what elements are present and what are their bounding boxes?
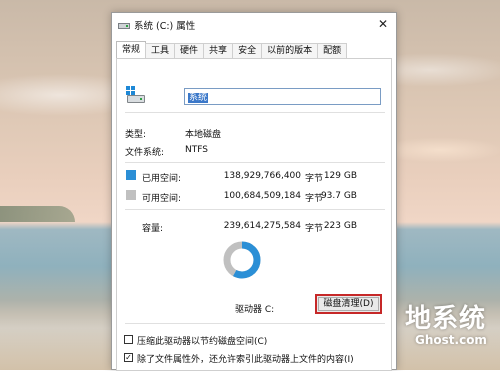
tab-quota[interactable]: 配额 [317,43,348,58]
tab-strip: 常规 工具 硬件 共享 安全 以前的版本 配额 [116,41,348,59]
tab-sharing[interactable]: 共享 [203,43,234,58]
index-checkbox[interactable]: ✓ [124,353,133,362]
divider [125,112,385,113]
usage-donut-chart [223,241,261,279]
used-space-size: 129 GB [323,171,357,181]
used-space-label: 已用空间: [142,174,182,184]
index-label: 除了文件属性外，还允许索引此驱动器上文件的内容(I) [137,355,354,365]
compress-checkbox[interactable] [124,335,133,344]
drive-name-value: 系统 [188,93,209,103]
tab-general[interactable]: 常规 [116,41,147,58]
free-space-size: 93.7 GB [320,191,357,201]
title-bar[interactable]: 系统 (C:) 属性 ✕ [112,13,396,37]
background-island [0,206,75,222]
properties-dialog: 系统 (C:) 属性 ✕ 常规 工具 硬件 共享 安全 以前的版本 配额 系统 … [111,12,397,371]
disk-cleanup-label: 磁盘清理(D) [323,299,374,309]
filesystem-label: 文件系统: [125,148,165,158]
disk-cleanup-button[interactable]: 磁盘清理(D) [315,294,382,314]
window-title: 系统 (C:) 属性 [134,21,196,32]
site-watermark: 地系统 Ghost.com [405,305,487,347]
general-panel: 系统 类型: 本地磁盘 文件系统: NTFS 已用空间: 138,929,766… [116,58,392,371]
windows-drive-icon [126,86,146,106]
capacity-size: 223 GB [323,221,357,231]
tab-hardware[interactable]: 硬件 [174,43,205,58]
watermark-cn: 地系统 [405,304,487,334]
type-label: 类型: [125,130,147,140]
capacity-bytes: 239,614,275,584 [223,221,301,231]
tab-tools[interactable]: 工具 [145,43,176,58]
drive-letter-label: 驱动器 C: [235,305,275,315]
tab-security[interactable]: 安全 [232,43,263,58]
used-space-bytes: 138,929,766,400 [223,171,301,181]
drive-name-input[interactable]: 系统 [184,88,381,105]
free-space-swatch [126,190,136,200]
free-space-bytes: 100,684,509,184 [223,191,301,201]
filesystem-value: NTFS [185,145,208,155]
used-space-swatch [126,170,136,180]
divider [125,323,385,324]
close-icon[interactable]: ✕ [378,17,388,31]
tab-previous-versions[interactable]: 以前的版本 [261,43,319,58]
free-space-label: 可用空间: [142,194,182,204]
drive-icon [118,21,130,30]
compress-label: 压缩此驱动器以节约磁盘空间(C) [137,337,268,347]
capacity-label: 容量: [142,224,164,234]
watermark-en: Ghost.com [415,333,487,347]
divider [125,209,385,210]
windows-logo-icon [126,86,135,95]
type-value: 本地磁盘 [185,130,222,140]
divider [125,162,385,163]
